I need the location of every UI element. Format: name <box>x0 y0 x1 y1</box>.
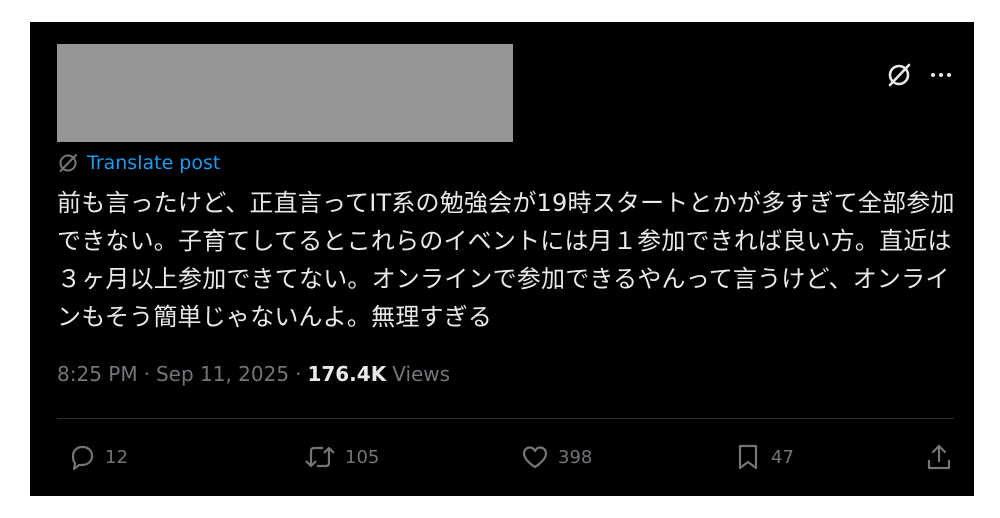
bookmark-icon <box>733 442 763 472</box>
like-button[interactable]: 398 <box>520 442 592 472</box>
bookmark-button[interactable]: 47 <box>733 442 794 472</box>
grok-translate-icon[interactable] <box>886 62 912 88</box>
reply-icon <box>67 442 97 472</box>
reply-count: 12 <box>105 446 128 468</box>
translate-post-link[interactable]: Translate post <box>57 152 220 174</box>
meta-separator: · <box>143 362 150 386</box>
repost-icon <box>303 442 337 472</box>
repost-count: 105 <box>345 446 380 468</box>
meta-separator: · <box>295 362 302 386</box>
views-label: Views <box>392 362 451 386</box>
like-icon <box>520 442 550 472</box>
divider <box>57 418 954 419</box>
share-icon <box>924 442 954 472</box>
reply-button[interactable]: 12 <box>67 442 128 472</box>
tweet-top-actions <box>886 62 952 88</box>
translate-label: Translate post <box>87 152 221 174</box>
translate-icon <box>57 152 79 174</box>
tweet-time[interactable]: 8:25 PM <box>57 362 138 386</box>
action-bar: 12 105 398 47 <box>57 442 954 474</box>
more-icon[interactable] <box>930 72 952 78</box>
bookmark-count: 47 <box>771 446 794 468</box>
repost-button[interactable]: 105 <box>303 442 379 472</box>
views-count: 176.4K <box>307 362 387 386</box>
like-count: 398 <box>558 446 593 468</box>
tweet-card: Translate post 前も言ったけど、正直言ってIT系の勉強会が19時ス… <box>30 22 974 496</box>
tweet-meta: 8:25 PM · Sep 11, 2025 · 176.4K Views <box>57 362 450 386</box>
share-button[interactable] <box>924 442 954 472</box>
redacted-author-block <box>57 44 513 142</box>
tweet-text: 前も言ったけど、正直言ってIT系の勉強会が19時スタートとかが多すぎて全部参加で… <box>57 189 955 331</box>
tweet-date[interactable]: Sep 11, 2025 <box>156 362 289 386</box>
